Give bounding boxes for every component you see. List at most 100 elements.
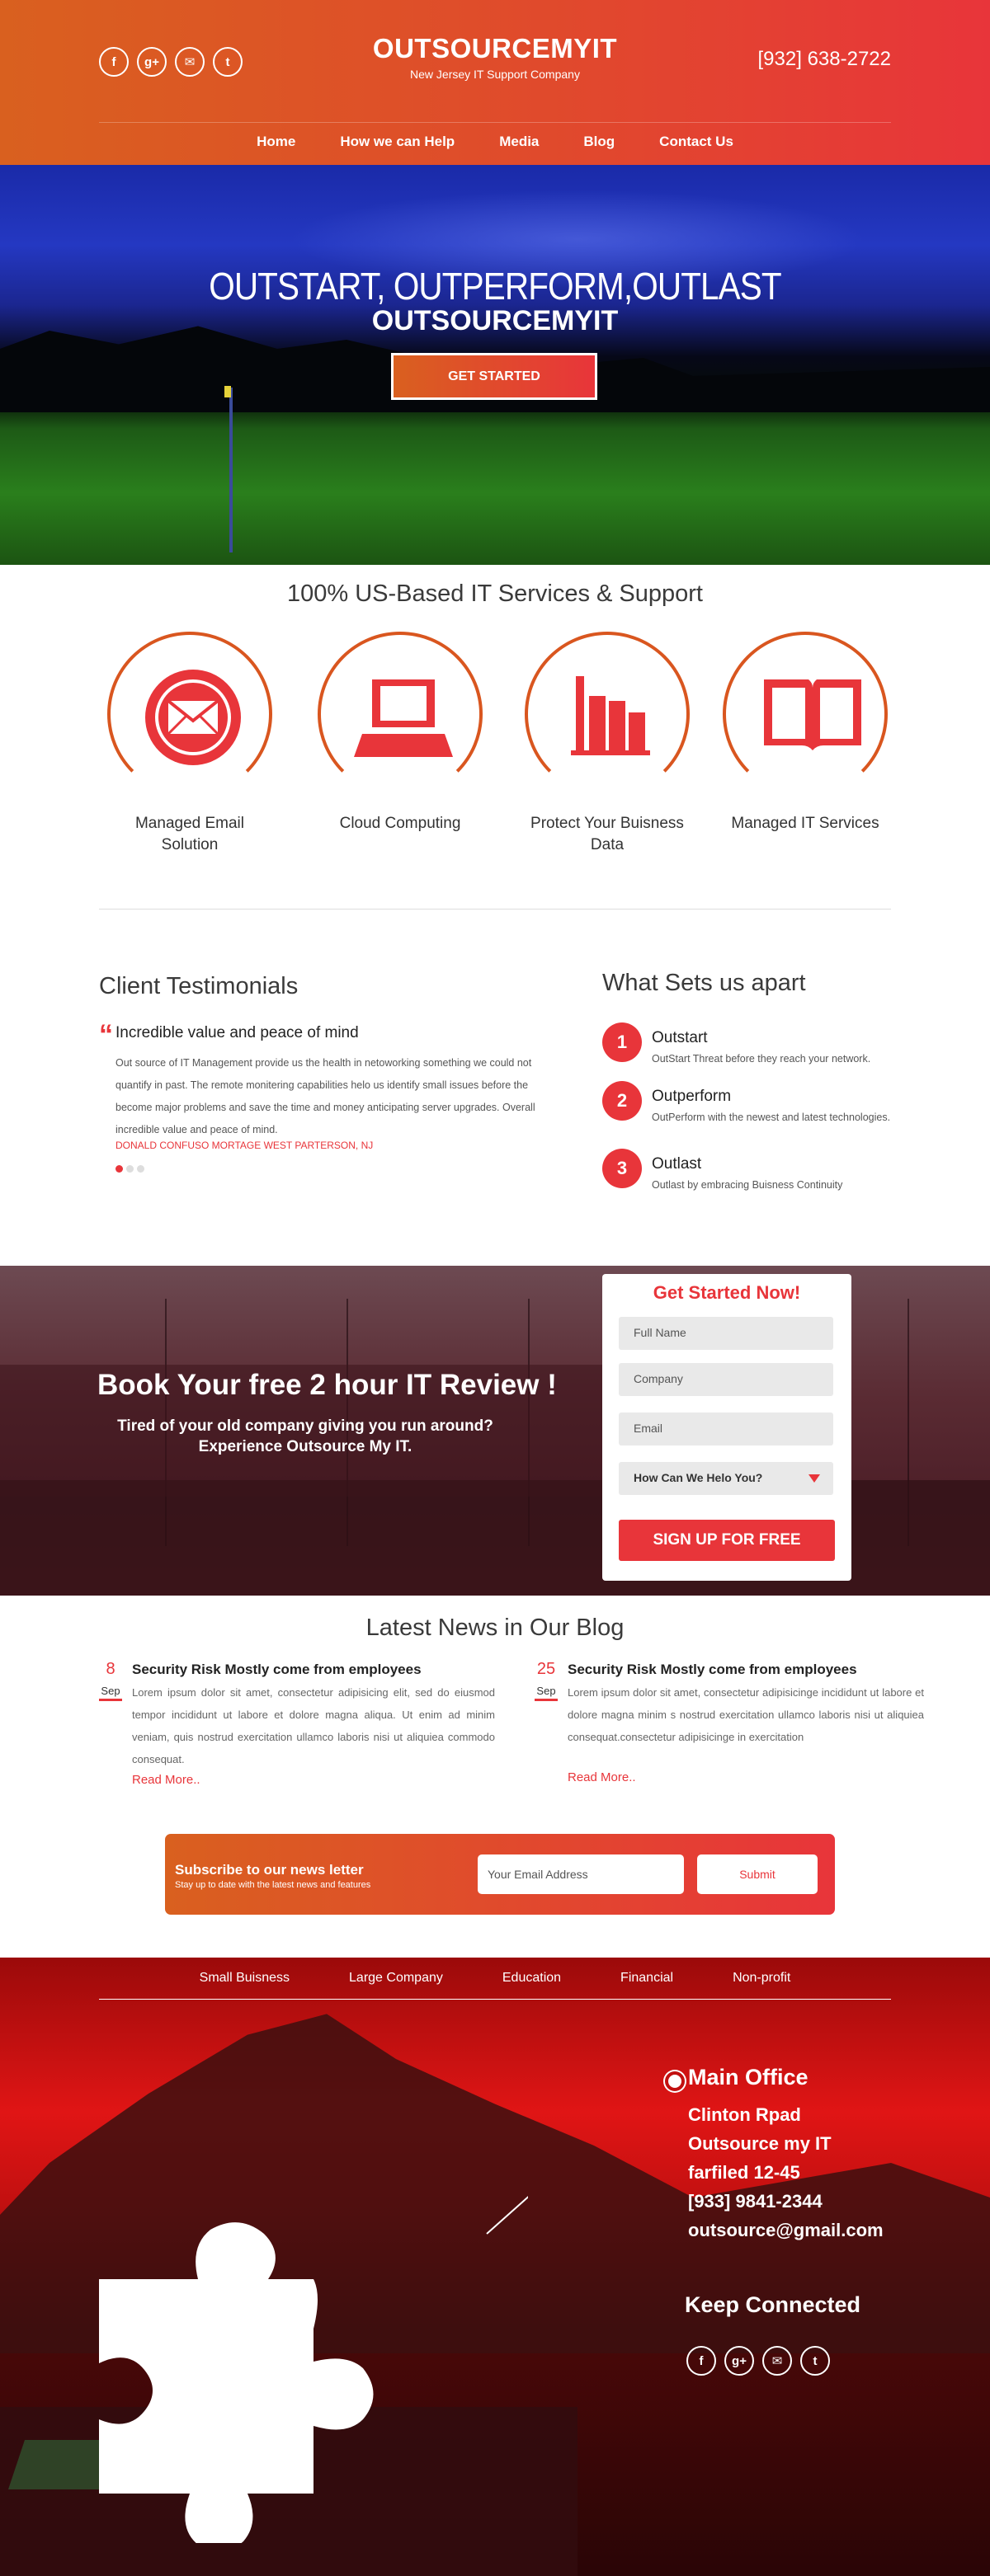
- site-footer: Small Buisness Large Company Education F…: [0, 1958, 990, 2576]
- twitter-icon[interactable]: t: [800, 2346, 830, 2376]
- bar-chart-icon: [571, 676, 650, 755]
- service-label: Protect Your Buisness Data: [530, 815, 684, 853]
- review-subtitle: Tired of your old company giving you run…: [117, 1417, 493, 1455]
- help-select[interactable]: How Can We Helo You?: [619, 1462, 833, 1495]
- footer-nav-education[interactable]: Education: [502, 1971, 561, 1986]
- site-header: f g+ ✉ t OUTSOURCEMYIT New Jersey IT Sup…: [0, 0, 990, 165]
- facebook-icon[interactable]: f: [686, 2346, 716, 2376]
- google-plus-icon[interactable]: g+: [724, 2346, 754, 2376]
- service-ring: [525, 632, 690, 797]
- apart-item-title: Outlast: [652, 1155, 702, 1173]
- post-title[interactable]: Security Risk Mostly come from employees: [132, 1662, 422, 1678]
- step-number: 1: [602, 1022, 642, 1062]
- apart-item-title: Outperform: [652, 1088, 732, 1105]
- nav-how-we-can-help[interactable]: How we can Help: [340, 134, 455, 150]
- facebook-icon[interactable]: f: [99, 47, 129, 77]
- newsletter-submit-button[interactable]: Submit: [697, 1854, 818, 1894]
- signup-form: Get Started Now! Full Name Company Email…: [602, 1274, 851, 1581]
- email-field[interactable]: Email: [619, 1413, 833, 1445]
- news-post: 25 Sep Security Risk Mostly come from em…: [535, 1660, 931, 1808]
- chevron-down-icon: [808, 1474, 820, 1483]
- golf-flag-pole: [229, 388, 233, 552]
- header-social-links: f g+ ✉ t: [99, 47, 243, 77]
- review-title: Book Your free 2 hour IT Review !: [97, 1369, 557, 1401]
- header-phone[interactable]: [932] 638-2722: [758, 48, 891, 71]
- service-label: Cloud Computing: [339, 815, 461, 832]
- footer-divider: [99, 1999, 891, 2000]
- office-phone[interactable]: [933] 9841-2344: [688, 2191, 823, 2212]
- service-ring: [318, 632, 483, 797]
- sign-up-button[interactable]: SIGN UP FOR FREE: [619, 1520, 835, 1561]
- footer-nav-non-profit[interactable]: Non-profit: [733, 1971, 790, 1986]
- help-select-value: How Can We Helo You?: [634, 1471, 763, 1484]
- testimonial-author: DONALD CONFUSO MORTAGE WEST PARTERSON, N…: [116, 1140, 374, 1151]
- golf-flag: [224, 386, 231, 397]
- service-cloud-computing[interactable]: Cloud Computing: [318, 632, 483, 834]
- form-title: Get Started Now!: [653, 1282, 801, 1303]
- pager-dot[interactable]: [116, 1165, 123, 1173]
- apart-item-outperform: 2 Outperform OutPerform with the newest …: [602, 1081, 899, 1139]
- service-ring: [107, 632, 272, 797]
- testimonial-text: Out source of IT Management provide us t…: [116, 1057, 535, 1135]
- full-name-field[interactable]: Full Name: [619, 1317, 833, 1350]
- email-icon[interactable]: ✉: [762, 2346, 792, 2376]
- apart-item-desc: Outlast by embracing Buisness Continuity: [652, 1179, 843, 1191]
- footer-nav: Small Buisness Large Company Education F…: [0, 1971, 990, 1986]
- read-more-link[interactable]: Read More..: [568, 1770, 636, 1784]
- book-icon: [764, 679, 861, 750]
- nav-home[interactable]: Home: [257, 134, 295, 150]
- review-banner: Book Your free 2 hour IT Review ! Tired …: [0, 1266, 990, 1596]
- apart-item-title: Outstart: [652, 1029, 708, 1046]
- service-label: Managed IT Services: [731, 815, 879, 832]
- post-title[interactable]: Security Risk Mostly come from employees: [568, 1662, 857, 1678]
- step-number: 2: [602, 1081, 642, 1121]
- laptop-icon: [354, 679, 453, 757]
- office-line: Clinton Rpad: [688, 2104, 801, 2125]
- nav-contact[interactable]: Contact Us: [659, 134, 733, 150]
- get-started-button[interactable]: GET STARTED: [391, 353, 597, 400]
- email-icon[interactable]: ✉: [175, 47, 205, 77]
- company-field[interactable]: Company: [619, 1363, 833, 1396]
- footer-nav-financial[interactable]: Financial: [620, 1971, 673, 1986]
- office-title: Main Office: [688, 2065, 808, 2089]
- apart-item-outlast: 3 Outlast Outlast by embracing Buisness …: [602, 1149, 899, 1198]
- location-pin-icon: [665, 2071, 685, 2091]
- office-line: farfiled 12-45: [688, 2162, 800, 2183]
- services-title: 100% US-Based IT Services & Support: [287, 581, 703, 607]
- footer-nav-large-company[interactable]: Large Company: [349, 1971, 443, 1986]
- post-month: Sep: [99, 1685, 122, 1701]
- pager-dot[interactable]: [126, 1165, 134, 1173]
- post-day: 25: [536, 1660, 556, 1678]
- apart-title: What Sets us apart: [602, 970, 806, 996]
- site-logo[interactable]: OUTSOURCEMYIT New Jersey IT Support Comp…: [330, 33, 660, 81]
- office-line: Outsource my IT: [688, 2133, 832, 2154]
- service-managed-email[interactable]: Managed Email Solution: [107, 632, 272, 856]
- service-protect-data[interactable]: Protect Your Buisness Data: [525, 632, 690, 856]
- nav-media[interactable]: Media: [499, 134, 539, 150]
- logo-title: OUTSOURCEMYIT: [372, 33, 618, 63]
- nav-blog[interactable]: Blog: [583, 134, 615, 150]
- post-body: Lorem ipsum dolor sit amet, consectetur …: [132, 1686, 495, 1765]
- testimonials-title: Client Testimonials: [99, 973, 299, 999]
- service-managed-it[interactable]: Managed IT Services: [723, 632, 888, 834]
- logo-subtitle: New Jersey IT Support Company: [410, 68, 580, 81]
- newsletter-title: Subscribe to our news letter: [175, 1862, 364, 1878]
- pager-dot[interactable]: [137, 1165, 144, 1173]
- apart-item-outstart: 1 Outstart OutStart Threat before they r…: [602, 1022, 899, 1072]
- post-day: 8: [106, 1660, 116, 1678]
- post-month: Sep: [535, 1685, 558, 1701]
- quote-icon: “: [99, 1019, 113, 1051]
- footer-nav-small-business[interactable]: Small Buisness: [200, 1971, 290, 1986]
- office-email[interactable]: outsource@gmail.com: [688, 2220, 884, 2241]
- keep-connected-title: Keep Connected: [685, 2292, 861, 2317]
- testimonial-pager: [116, 1165, 144, 1173]
- newsletter-box: Subscribe to our news letter Stay up to …: [165, 1834, 835, 1915]
- header-divider: [99, 122, 891, 123]
- google-plus-icon[interactable]: g+: [137, 47, 167, 77]
- service-ring: [723, 632, 888, 797]
- footer-social-links: f g+ ✉ t: [686, 2346, 830, 2376]
- twitter-icon[interactable]: t: [213, 47, 243, 77]
- hero-banner: OUTSTART, OUTPERFORM,OUTLAST OUTSOURCEMY…: [0, 165, 990, 565]
- read-more-link[interactable]: Read More..: [132, 1773, 200, 1787]
- newsletter-email-input[interactable]: Your Email Address: [478, 1854, 684, 1894]
